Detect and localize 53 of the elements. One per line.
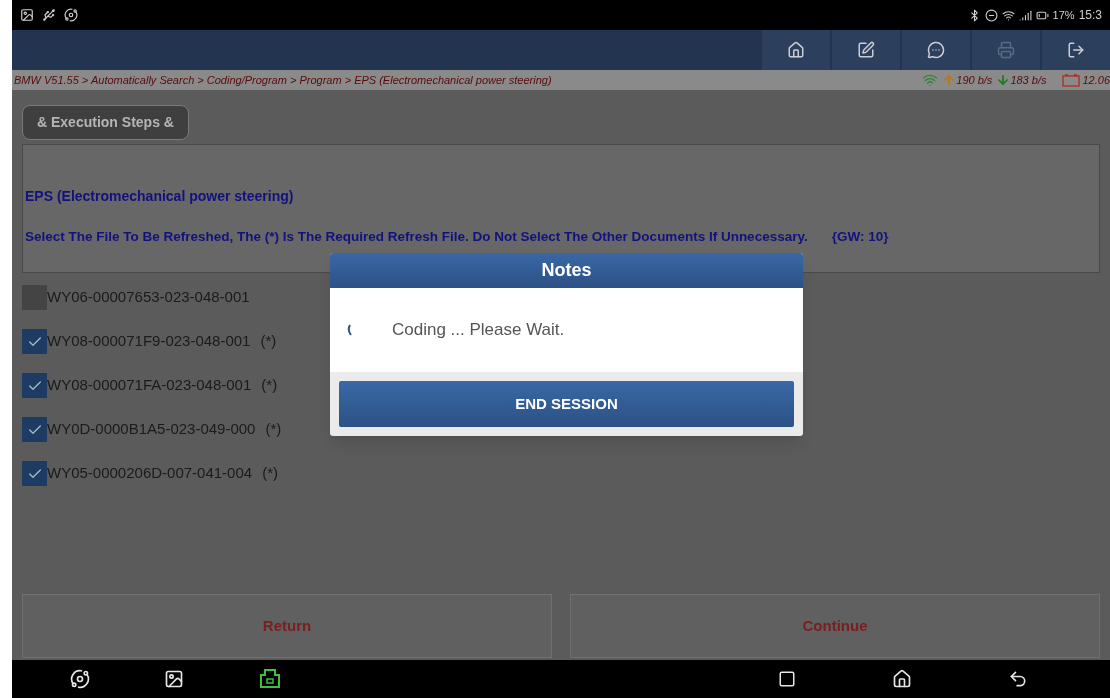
exit-button[interactable] [1042, 30, 1110, 70]
car-battery-icon [1062, 73, 1081, 87]
required-mark: (*) [265, 419, 282, 440]
file-name: WY06-00007653-023-048-001 [47, 287, 250, 308]
instruction-text: Select The File To Be Refreshed, The (*) Is The Required Refresh File. Do Not Select The Other Documents If Unnecessary. [25, 227, 808, 246]
wifi-icon [922, 72, 939, 88]
edit-icon [857, 41, 875, 59]
file-name: WY0D-0000B1A5-023-049-000 [47, 419, 256, 440]
battery-voltage: 12.06 [1082, 72, 1110, 88]
file-name: WY08-000071F9-023-048-001 [47, 331, 251, 352]
checkbox[interactable] [22, 373, 47, 398]
battery-percent: 17% [1052, 7, 1075, 23]
back-icon[interactable] [1008, 669, 1028, 689]
spinner-icon [346, 324, 352, 336]
return-button[interactable]: Return [22, 594, 552, 658]
gateway-label: {GW: 10} [831, 227, 889, 246]
target-icon [64, 8, 78, 22]
file-name: WY08-000071FA-023-048-001 [47, 375, 252, 396]
module-title: EPS (Electromechanical power steering) [25, 186, 295, 206]
end-session-button[interactable]: END SESSION [339, 381, 794, 427]
dialog-message: Coding ... Please Wait. [392, 319, 565, 342]
home-button[interactable] [762, 30, 830, 70]
execution-steps-badge: & Execution Steps & [22, 105, 189, 140]
clock: 15:3 [1078, 7, 1102, 24]
usb-icon [42, 8, 56, 22]
do-not-disturb-icon [984, 8, 998, 22]
required-mark: (*) [262, 463, 278, 484]
checkbox[interactable] [22, 417, 47, 442]
exit-icon [1067, 41, 1085, 59]
chat-icon [927, 41, 945, 59]
connector-icon[interactable] [258, 668, 282, 690]
home-icon[interactable] [892, 669, 912, 689]
home-icon [787, 41, 805, 59]
checkbox[interactable] [22, 329, 47, 354]
required-mark: (*) [261, 375, 278, 396]
download-rate: 183 b/s [1010, 72, 1047, 88]
required-mark: (*) [260, 331, 277, 352]
edit-button[interactable] [832, 30, 900, 70]
breadcrumb: BMW V51.55 > Automatically Search > Coding/Program > Program > EPS (Electromechanical power steering) [13, 72, 552, 88]
chat-button[interactable] [902, 30, 970, 70]
checkbox[interactable] [22, 461, 47, 486]
browser-icon[interactable] [70, 669, 90, 689]
wifi-icon [1001, 8, 1015, 22]
dialog-title: Notes [330, 253, 803, 288]
gallery-icon[interactable] [164, 669, 184, 689]
continue-button[interactable]: Continue [570, 594, 1100, 658]
image-icon [20, 8, 34, 22]
file-name: WY05-0000206D-007-041-004 [47, 463, 253, 484]
upload-rate: 190 b/s [956, 72, 993, 88]
printer-icon [997, 41, 1015, 59]
upload-arrow-icon [942, 73, 957, 87]
signal-icon [1018, 8, 1032, 22]
recents-icon[interactable] [778, 670, 796, 688]
